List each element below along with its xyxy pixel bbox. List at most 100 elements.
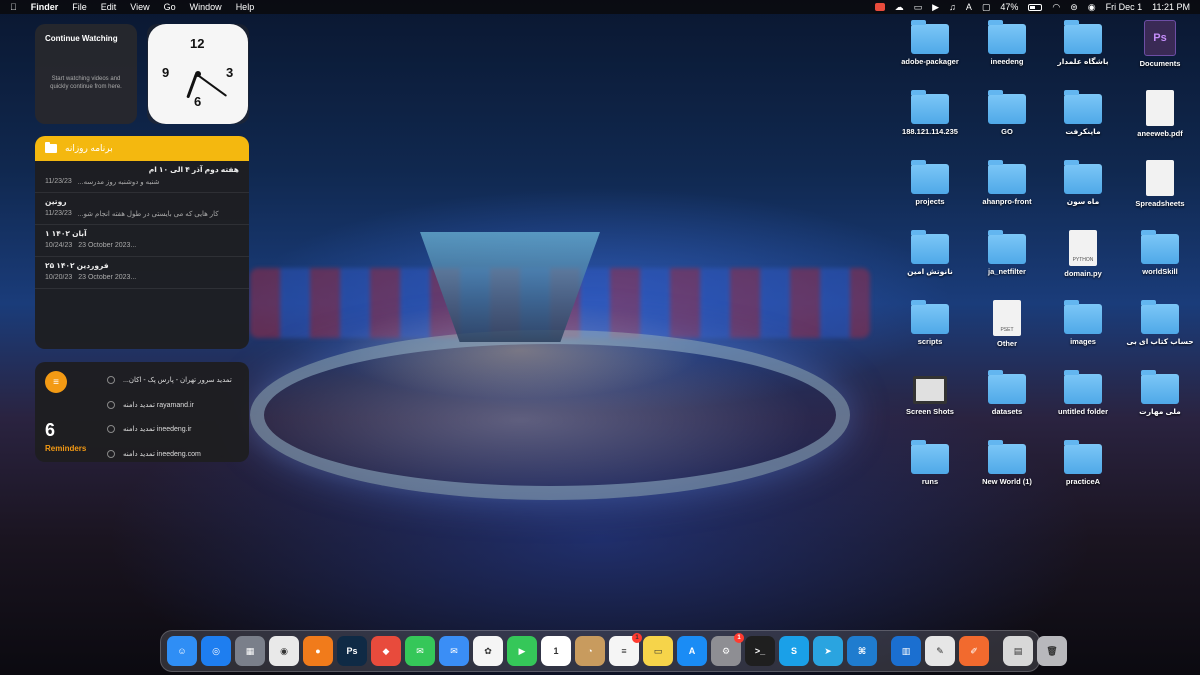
desktop-icon-untitled-folder[interactable]: untitled folder: [1043, 370, 1123, 438]
headphones-icon[interactable]: ♫: [949, 2, 956, 12]
mail-icon[interactable]: ✉: [439, 636, 469, 666]
control-center-icon[interactable]: ⊜: [1070, 2, 1078, 13]
menu-window[interactable]: Window: [190, 2, 222, 12]
desktop-icon-188-121-114-235[interactable]: 188.121.114.235: [890, 90, 970, 158]
reminders-icon[interactable]: ≡ 1: [609, 633, 642, 666]
continue-watching-widget[interactable]: Continue Watching Start watching videos …: [35, 24, 137, 124]
desktop-icon-ineedeng[interactable]: ineedeng: [967, 20, 1047, 88]
battery-percent[interactable]: 47%: [1000, 2, 1018, 12]
display-icon[interactable]: ▢: [982, 2, 991, 13]
reminder-checkbox[interactable]: [107, 425, 115, 434]
desktop-icon-projects[interactable]: projects: [890, 160, 970, 228]
cloud-status-icon[interactable]: ☁: [895, 2, 904, 13]
note-preview: شنبه و دوشنبه روز مدرسه...: [77, 179, 160, 186]
reminder-item[interactable]: تمدید دامنه ineedeng.ir: [107, 417, 243, 442]
desktop-icon-runs[interactable]: runs: [890, 440, 970, 508]
desktop-icon-documents[interactable]: Ps Documents: [1120, 20, 1200, 88]
desktop-icon-[interactable]: حساب کتاب ای بی: [1120, 300, 1200, 368]
finder-icon[interactable]: ☺: [167, 636, 197, 666]
desktop-icon-worldskill[interactable]: worldSkill: [1120, 230, 1200, 298]
desktop-icon-label: aneeweb.pdf: [1137, 129, 1183, 138]
desktop-icon-adobe-packager[interactable]: adobe-packager: [890, 20, 970, 88]
note-item[interactable]: ۲۵ فروردین ۱۴۰۲ 10/20/23 23 October 2023.…: [35, 257, 249, 289]
menu-view[interactable]: View: [130, 2, 149, 12]
desktop-icon-practicea[interactable]: practiceA: [1043, 440, 1123, 508]
firefox-icon[interactable]: ●: [303, 636, 333, 666]
textedit-icon[interactable]: ✎: [925, 636, 955, 666]
reminder-checkbox[interactable]: [107, 400, 115, 409]
messages-icon[interactable]: ✉: [405, 636, 435, 666]
reminder-checkbox[interactable]: [107, 449, 115, 458]
chrome-icon[interactable]: ◉: [269, 636, 299, 666]
vscode-icon[interactable]: ⌘: [847, 636, 877, 666]
notes-widget[interactable]: برنامه روزانه هفته دوم آذر ۴ الی ۱۰ ام 1…: [35, 136, 249, 349]
menu-edit[interactable]: Edit: [101, 2, 117, 12]
desktop-icon-images[interactable]: images: [1043, 300, 1123, 368]
desktop-icon-ja-netfilter[interactable]: ja_netfilter: [967, 230, 1047, 298]
facetime-icon[interactable]: ▶: [507, 636, 537, 666]
anydesk-icon[interactable]: ◆: [371, 636, 401, 666]
document-icon[interactable]: ▤: [1003, 636, 1033, 666]
telegram-icon[interactable]: ➤: [813, 636, 843, 666]
menu-file[interactable]: File: [72, 2, 87, 12]
trash-icon[interactable]: 🗑: [1037, 636, 1067, 666]
appstore-icon[interactable]: A: [677, 636, 707, 666]
desktop-icon-domain-py[interactable]: PYTHON domain.py: [1043, 230, 1123, 298]
desktop-icon-datasets[interactable]: datasets: [967, 370, 1047, 438]
siri-icon[interactable]: ◉: [1088, 2, 1096, 13]
anydesk-status-icon[interactable]: [874, 3, 885, 11]
desktop-icon-[interactable]: ملی مهارت: [1120, 370, 1200, 438]
note-item[interactable]: روتین 11/23/23 کار هایی که می بایستی در ط…: [35, 193, 249, 225]
desktop-icon-[interactable]: نانوتش امین: [890, 230, 970, 298]
desktop-icon-label: GO: [1001, 127, 1013, 136]
settings-icon[interactable]: ⚙ 1: [711, 633, 744, 666]
menu-app-name[interactable]: Finder: [31, 2, 59, 12]
desktop-icon-[interactable]: باشگاه علمدار: [1043, 20, 1123, 88]
desktop-icon-new-world-1[interactable]: New World (1): [967, 440, 1047, 508]
note-item[interactable]: ۱ آبان ۱۴۰۲ 10/24/23 23 October 2023...: [35, 225, 249, 257]
document-icon: [1146, 160, 1174, 196]
desktop-icon-go[interactable]: GO: [967, 90, 1047, 158]
wifi-icon[interactable]: ◠: [1052, 2, 1060, 13]
photos-icon[interactable]: ✿: [473, 636, 503, 666]
desktop-icon-[interactable]: ماه سون: [1043, 160, 1123, 228]
reminder-checkbox[interactable]: [107, 376, 115, 385]
menu-help[interactable]: Help: [236, 2, 255, 12]
desktop-icon-label: Spreadsheets: [1135, 199, 1185, 208]
terminal-icon[interactable]: >_: [745, 636, 775, 666]
desktop-icon-ahanpro-front[interactable]: ahanpro-front: [967, 160, 1047, 228]
desktop-icon-screen-shots[interactable]: Screen Shots: [890, 370, 970, 438]
desktop-icon-[interactable]: ماینکرفت: [1043, 90, 1123, 158]
calendar-icon[interactable]: 1: [541, 636, 571, 666]
drive-status-icon[interactable]: ▭: [914, 2, 923, 13]
battery-icon[interactable]: [1028, 3, 1043, 11]
trello-icon[interactable]: ▥: [891, 636, 921, 666]
desktop-icon-scripts[interactable]: scripts: [890, 300, 970, 368]
photoshop-icon[interactable]: Ps: [337, 636, 367, 666]
pencil-app-icon[interactable]: ✐: [959, 636, 989, 666]
folder-icon: [1064, 160, 1102, 194]
launchpad-icon[interactable]: ▦: [235, 636, 265, 666]
skype-icon[interactable]: S: [779, 636, 809, 666]
contacts-icon[interactable]: ◔: [575, 636, 605, 666]
menu-time[interactable]: 11:21 PM: [1152, 2, 1190, 12]
clock-widget[interactable]: 12 3 6 9: [147, 24, 249, 124]
note-item[interactable]: هفته دوم آذر ۴ الی ۱۰ ام 11/23/23 شنبه و …: [35, 161, 249, 193]
apple-menu-icon[interactable]: : [10, 2, 17, 12]
reminder-item[interactable]: تمدید دامنه rayamand.ir: [107, 393, 243, 418]
notes-header[interactable]: برنامه روزانه: [35, 136, 249, 161]
notes-icon[interactable]: ▭: [643, 636, 673, 666]
desktop-icon-label: images: [1070, 337, 1096, 346]
reminder-item[interactable]: تمدید سرور تهران - پارس پک - اکان...: [107, 368, 243, 393]
menu-go[interactable]: Go: [164, 2, 176, 12]
menu-date[interactable]: Fri Dec 1: [1106, 2, 1143, 12]
keyboard-input-icon[interactable]: A: [966, 2, 972, 12]
desktop-icon-aneeweb-pdf[interactable]: aneeweb.pdf: [1120, 90, 1200, 158]
reminders-widget[interactable]: ≡ 6 Reminders تمدید سرور تهران - پارس پک…: [35, 362, 249, 462]
reminder-item[interactable]: تمدید دامنه ineedeng.com: [107, 442, 243, 463]
desktop-icon-other[interactable]: PSET Other: [967, 300, 1047, 368]
desktop-icon-spreadsheets[interactable]: Spreadsheets: [1120, 160, 1200, 228]
play-status-icon[interactable]: ▶: [932, 2, 939, 13]
desktop-icon-label: adobe-packager: [901, 57, 959, 66]
safari-icon[interactable]: ◎: [201, 636, 231, 666]
